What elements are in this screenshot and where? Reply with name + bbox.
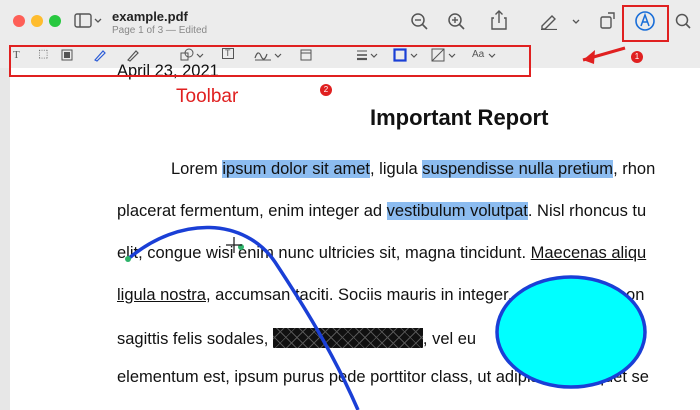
markup-overlay bbox=[125, 46, 647, 410]
sketch-handle-start[interactable] bbox=[125, 256, 131, 262]
cyan-oval-shape[interactable] bbox=[495, 275, 647, 389]
freehand-sketch-line[interactable] bbox=[126, 225, 360, 410]
move-cursor-icon bbox=[226, 237, 242, 253]
callout-arrowhead bbox=[583, 50, 595, 64]
